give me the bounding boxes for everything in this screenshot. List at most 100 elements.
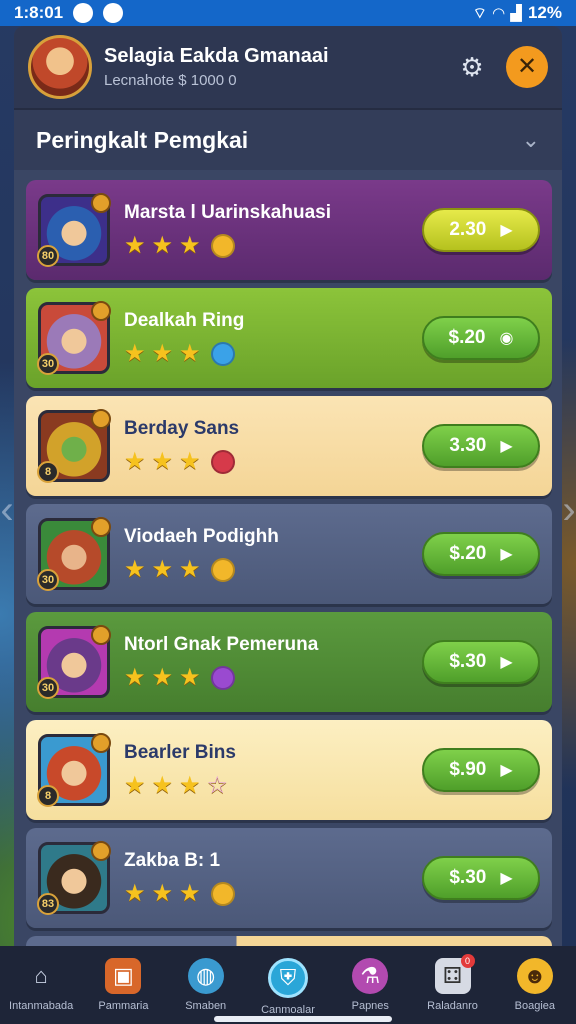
price-label: $.30 (449, 651, 487, 672)
leaderboard-panel: Selagia Eakda Gmanaai Lecnahote $ 1000 0… (14, 26, 562, 946)
level-badge: 30 (37, 677, 59, 699)
level-badge: 80 (37, 245, 59, 267)
nav-label: Canmoalar (261, 1004, 315, 1016)
nav-item-dice[interactable]: ⚃ 0 Raladanro (417, 954, 489, 1012)
section-header[interactable]: Peringkalt Pemgkai ⌄ (14, 110, 562, 170)
red-gem-icon (210, 450, 235, 474)
nav-item-globe[interactable]: ◍ Smaben (170, 958, 242, 1012)
star-icon: ★ (124, 556, 146, 583)
nav-label: Boagiea (514, 1000, 556, 1012)
home-icon: ⌂ (34, 963, 48, 988)
player-avatar: 30 (37, 625, 111, 699)
treasure-chest-icon: ▣ (105, 958, 142, 994)
notification-icon (73, 3, 94, 23)
player-card[interactable]: 30 Dealkah Ring ★ ★ ★ $.20 ◉ (26, 288, 552, 388)
close-button[interactable]: ✕ (506, 46, 548, 88)
hotspot-icon: ⌔ (472, 4, 487, 22)
messenger-icon (103, 3, 124, 23)
player-avatar: 83 (37, 841, 111, 915)
nav-item-potion[interactable]: ⚗ Papnes (334, 958, 406, 1012)
star-rating: ★ ★ ★ (124, 666, 422, 690)
nav-item-profile[interactable]: ☻ Boagiea (499, 958, 571, 1012)
gem-icon (91, 409, 111, 429)
player-avatar: 80 (37, 193, 111, 267)
level-badge: 83 (37, 893, 59, 915)
price-label: $.30 (449, 867, 487, 888)
panel-subtitle: Lecnahote $ 1000 0 (104, 72, 237, 89)
star-icon: ★ (124, 664, 146, 691)
price-label: $.20 (448, 327, 486, 348)
price-button[interactable]: $.30 ▶ (422, 640, 540, 684)
star-icon: ★ (124, 448, 146, 475)
level-badge: 30 (37, 569, 59, 591)
ring-icon: ◉ (499, 330, 514, 347)
player-name: Marsta l Uarinskahuasi (124, 202, 331, 223)
player-name: Ntorl Gnak Pemeruna (124, 634, 319, 655)
star-icon: ★ (151, 232, 174, 259)
price-button[interactable]: 2.30 ▶ (422, 208, 540, 252)
play-arrow-icon: ▶ (500, 654, 513, 671)
player-name: Viodaeh Podighh (124, 526, 279, 547)
panel-header: Selagia Eakda Gmanaai Lecnahote $ 1000 0… (14, 26, 562, 110)
price-label: $.20 (449, 543, 487, 564)
potion-icon: ⚗ (352, 958, 389, 994)
nav-item-home[interactable]: ⌂ Intanmabada (5, 958, 77, 1012)
section-title: Peringkalt Pemgkai (36, 126, 249, 153)
player-name: Berday Sans (124, 418, 240, 439)
player-avatar: 30 (37, 517, 111, 591)
play-arrow-icon: ▶ (500, 222, 513, 239)
nav-label: Papnes (351, 1000, 389, 1012)
player-name: Bearler Bins (124, 742, 236, 763)
globe-icon: ◍ (187, 958, 224, 994)
purple-gem-icon (210, 666, 235, 690)
gem-icon (91, 517, 111, 537)
blue-gem-icon (210, 342, 235, 366)
gem-icon (91, 193, 111, 213)
star-icon: ★ (151, 340, 174, 367)
shield-icon: ⛨ (267, 958, 308, 998)
chevron-down-icon[interactable]: ⌄ (522, 127, 540, 153)
star-icon: ★ (151, 664, 174, 691)
play-arrow-icon: ▶ (500, 762, 513, 779)
price-button[interactable]: $.90 ▶ (422, 748, 540, 792)
gem-icon (91, 625, 111, 645)
level-badge: 8 (37, 785, 59, 807)
player-card-partial[interactable] (26, 936, 552, 946)
battery-percent: 12% (527, 3, 562, 22)
player-card[interactable]: 83 Zakba B: 1 ★ ★ ★ $.30 ▶ (26, 828, 552, 928)
star-icon: ★ (179, 556, 201, 583)
notification-badge: 0 (460, 954, 475, 968)
star-icon: ★ (179, 772, 201, 799)
price-button[interactable]: 3.30 ▶ (422, 424, 540, 468)
star-icon: ★ (124, 232, 146, 259)
nav-label: Intanmabada (9, 1000, 74, 1012)
player-card[interactable]: 80 Marsta l Uarinskahuasi ★ ★ ★ 2.30 ▶ (26, 180, 552, 280)
nav-item-shield[interactable]: ⛨ Canmoalar (252, 958, 324, 1016)
player-list: 80 Marsta l Uarinskahuasi ★ ★ ★ 2.30 ▶ 3… (14, 170, 562, 946)
star-icon: ★ (151, 556, 174, 583)
star-icon: ★ (151, 880, 174, 907)
star-rating: ★ ★ ★ (124, 342, 422, 366)
player-card[interactable]: 8 Berday Sans ★ ★ ★ 3.30 ▶ (26, 396, 552, 496)
nav-label: Smaben (185, 1000, 227, 1012)
nav-item-chest[interactable]: ▣ Pammaria (87, 958, 159, 1012)
price-button[interactable]: $.30 ▶ (422, 856, 540, 900)
price-button[interactable]: $.20 ▶ (422, 532, 540, 576)
home-indicator[interactable] (214, 1016, 392, 1022)
play-arrow-icon: ▶ (500, 870, 513, 887)
gem-icon (91, 301, 111, 321)
gold-crown-icon (210, 234, 235, 258)
dice-icon: ⚃ 0 (434, 954, 475, 994)
star-rating: ★ ★ ★ (124, 882, 422, 906)
play-arrow-icon: ▶ (500, 438, 513, 455)
wifi-icon: ◠ (492, 5, 505, 22)
player-card[interactable]: 30 Ntorl Gnak Pemeruna ★ ★ ★ $.30 ▶ (26, 612, 552, 712)
gear-icon[interactable]: ⚙ (454, 49, 490, 85)
player-card[interactable]: 30 Viodaeh Podighh ★ ★ ★ $.20 ▶ (26, 504, 552, 604)
price-button[interactable]: $.20 ◉ (422, 316, 540, 360)
bottom-nav: ⌂ Intanmabada ▣ Pammaria ◍ Smaben ⛨ Canm… (0, 946, 576, 1024)
gem-icon (91, 841, 111, 861)
price-label: 2.30 (449, 219, 487, 240)
player-card[interactable]: 8 Bearler Bins ★ ★ ★ ☆ $.90 ▶ (26, 720, 552, 820)
user-avatar[interactable] (28, 35, 92, 99)
